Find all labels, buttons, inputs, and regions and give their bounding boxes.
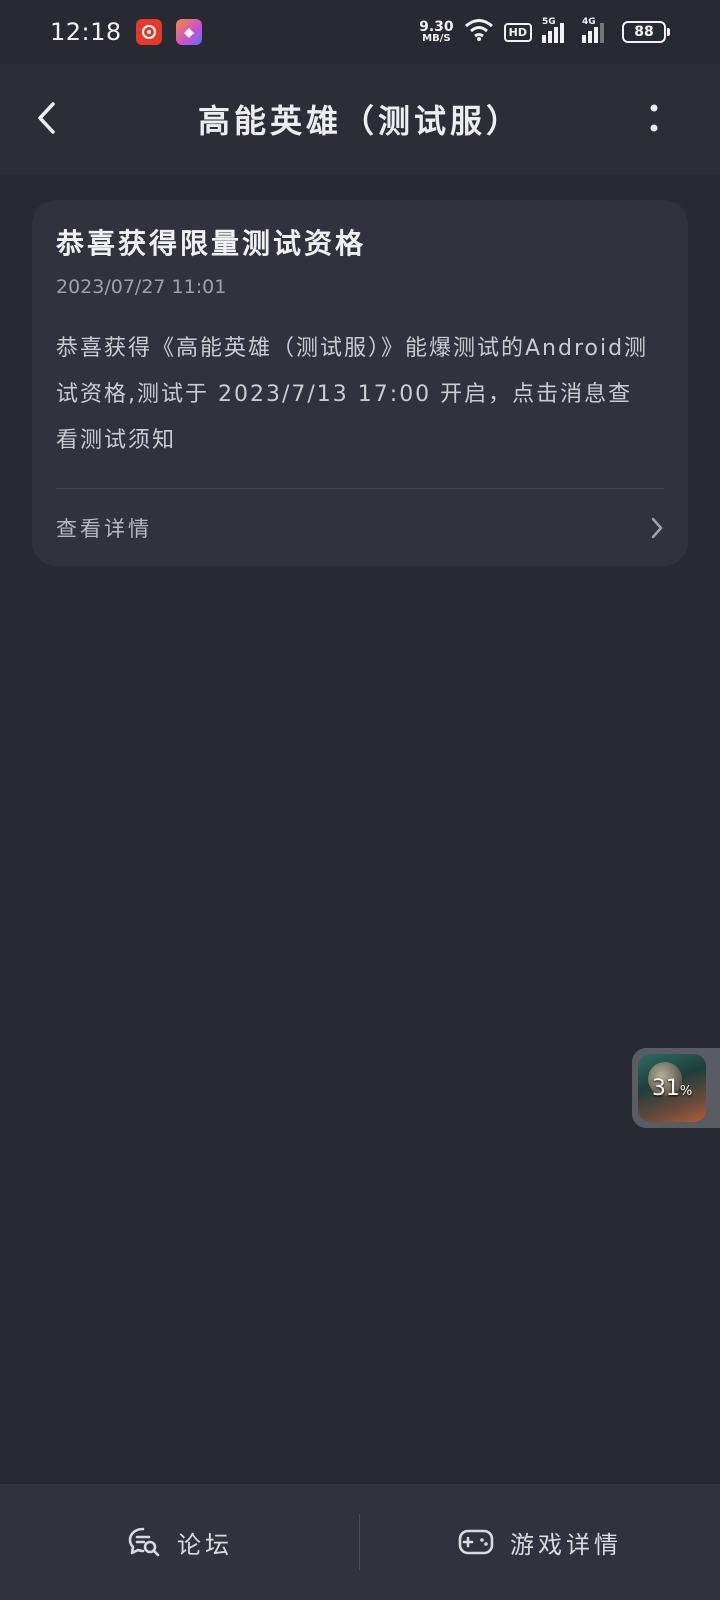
forum-label: 论坛 [177,1530,233,1559]
chevron-left-icon [38,102,55,134]
hd-voice-badge: HD [503,22,532,42]
forum-tab[interactable]: 论坛 [0,1484,360,1600]
network-speed-value: 9.30 [419,19,454,35]
game-thumbnail: 31% [638,1054,706,1122]
network-speed: 9.30 MB/S [419,20,454,44]
card-divider [56,488,664,489]
message-date: 2023/07/27 11:01 [56,276,227,298]
chevron-right-icon [651,517,663,539]
view-details-link[interactable]: 查看详情 [56,490,664,566]
signal-4g-icon: 4G [582,17,612,43]
message-title: 恭喜获得限量测试资格 [56,227,367,260]
more-options-button[interactable] [634,100,674,140]
signal-5g-icon: 5G [542,17,572,43]
download-progress-text: 31% [651,1075,693,1101]
screen: 12:18 9.30 MB/S HD 5G 4G 88 高能英雄（测试服） 恭喜… [0,0,720,1600]
game-details-label: 游戏详情 [510,1530,622,1559]
download-progress-float[interactable]: 31% [632,1048,720,1128]
wifi-icon [464,18,494,46]
signal-4g-label: 4G [582,17,596,27]
shortcuts-app-icon [175,19,202,45]
message-card[interactable]: 恭喜获得限量测试资格 2023/07/27 11:01 恭喜获得《高能英雄（测试… [32,200,688,566]
forum-icon [128,1527,160,1557]
app-bar: 高能英雄（测试服） [0,64,720,174]
view-details-label: 查看详情 [56,517,152,541]
bottom-bar: 论坛 游戏详情 [0,1484,720,1600]
signal-5g-label: 5G [542,17,556,27]
status-time: 12:18 [50,18,122,46]
status-left: 12:18 [50,18,202,46]
game-details-tab[interactable]: 游戏详情 [360,1484,720,1600]
status-bar: 12:18 9.30 MB/S HD 5G 4G 88 [0,0,720,64]
network-speed-unit: MB/S [422,33,451,44]
battery-icon: 88 [622,21,670,43]
netease-music-icon [135,19,162,45]
more-vertical-icon [650,104,658,132]
back-button[interactable] [26,98,66,138]
message-body: 恭喜获得《高能英雄（测试服）》能爆测试的Android测试资格,测试于 2023… [56,336,649,453]
page-title: 高能英雄（测试服） [197,102,522,140]
status-right: 9.30 MB/S HD 5G 4G 88 [419,17,670,46]
bottom-bar-divider [359,1514,360,1570]
gamepad-icon [458,1529,494,1555]
battery-level: 88 [622,21,666,43]
